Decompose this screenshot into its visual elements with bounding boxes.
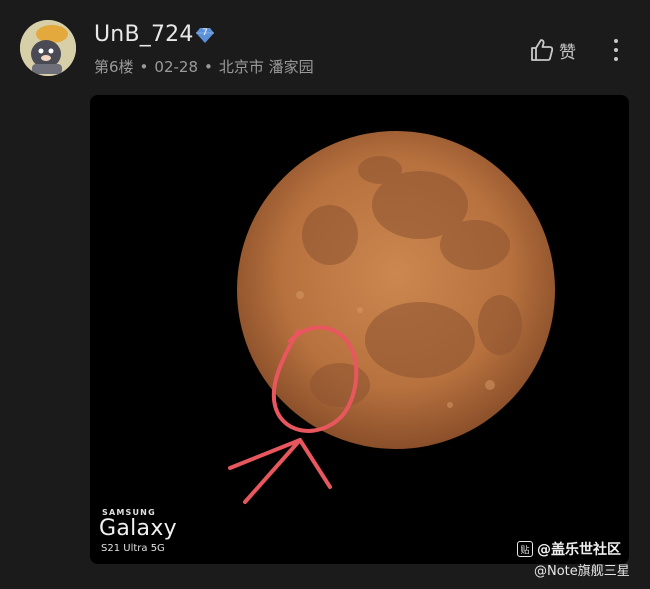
- moon-photo-image: [90, 95, 629, 564]
- username[interactable]: UnB_724: [94, 22, 194, 47]
- post-photo[interactable]: [90, 95, 629, 564]
- post-location: 北京市 潘家园: [218, 58, 314, 76]
- post-meta: 第6楼 • 02-28 • 北京市 潘家园: [94, 56, 314, 77]
- meta-separator: •: [204, 58, 213, 76]
- camera-product-label: Galaxy: [99, 516, 177, 541]
- avatar-image: [20, 20, 76, 76]
- meta-separator: •: [139, 58, 149, 76]
- camera-model-label: S21 Ultra 5G: [101, 543, 165, 554]
- level-badge: 7: [195, 25, 215, 45]
- watermark-community: 贴 @盖乐世社区: [517, 539, 621, 559]
- like-button[interactable]: 赞: [529, 36, 576, 64]
- level-number: 7: [202, 28, 208, 38]
- watermark-line1: @盖乐世社区: [537, 542, 621, 558]
- more-button[interactable]: [606, 36, 626, 64]
- tieba-watermark-icon: 贴: [517, 541, 533, 557]
- floor-label: 第6楼: [94, 58, 134, 76]
- thumbs-up-icon: [531, 39, 554, 61]
- avatar[interactable]: [20, 20, 76, 76]
- post-date: 02-28: [154, 58, 198, 76]
- more-vertical-icon: [614, 39, 618, 61]
- like-label: 赞: [559, 42, 576, 63]
- watermark-line2: @Note旗舰三星: [534, 564, 630, 579]
